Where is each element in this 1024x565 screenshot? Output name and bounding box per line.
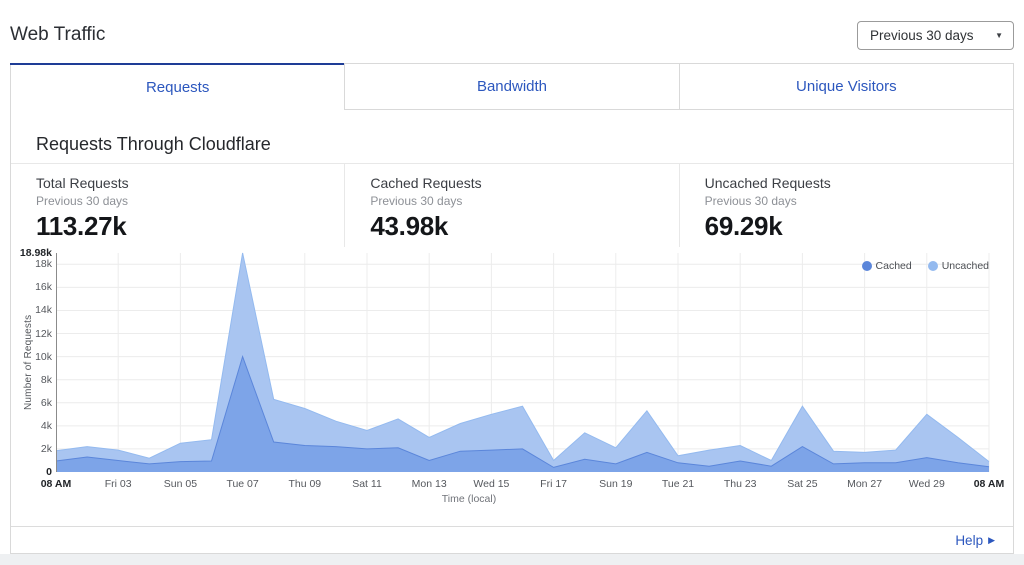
stat-label: Uncached Requests: [705, 175, 1013, 191]
x-axis-tick-label: Sat 25: [767, 478, 837, 490]
y-axis-title: Number of Requests: [23, 292, 34, 432]
tab-label: Bandwidth: [477, 78, 547, 95]
help-label: Help: [955, 533, 983, 548]
tab-label: Unique Visitors: [796, 78, 897, 95]
web-traffic-card: Requests Bandwidth Unique Visitors Reque…: [10, 63, 1014, 554]
chevron-down-icon: ▼: [995, 32, 1003, 40]
stat-total-requests: Total Requests Previous 30 days 113.27k: [11, 164, 344, 247]
tab-requests[interactable]: Requests: [11, 64, 344, 110]
caret-right-icon: ▶: [988, 536, 995, 545]
stat-value: 43.98k: [370, 211, 678, 242]
y-axis-tick-label: 4k: [11, 420, 52, 432]
x-axis-tick-label: Thu 09: [270, 478, 340, 490]
cached-area-series: [56, 357, 989, 472]
y-axis-tick-label: 10k: [11, 351, 52, 363]
stats-row: Total Requests Previous 30 days 113.27k …: [11, 164, 1013, 247]
x-axis-tick-label: Wed 29: [892, 478, 962, 490]
stat-value: 113.27k: [36, 211, 344, 242]
stat-cached-requests: Cached Requests Previous 30 days 43.98k: [344, 164, 678, 247]
tab-label: Requests: [146, 79, 209, 96]
page-background-strip: [0, 554, 1024, 565]
x-axis-tick-label: Thu 23: [705, 478, 775, 490]
chart-plot-area: [56, 253, 989, 472]
tab-unique-visitors[interactable]: Unique Visitors: [679, 64, 1013, 110]
help-link[interactable]: Help ▶: [955, 533, 995, 548]
x-axis-tick-label: Mon 27: [830, 478, 900, 490]
x-axis-tick-label: Sat 11: [332, 478, 402, 490]
y-axis-tick-label: 14k: [11, 304, 52, 316]
x-axis-tick-label: 08 AM: [21, 478, 91, 490]
y-axis-tick-label: 12k: [11, 328, 52, 340]
stat-period: Previous 30 days: [705, 194, 1013, 208]
y-axis-tick-label: 2k: [11, 443, 52, 455]
tab-bandwidth[interactable]: Bandwidth: [344, 64, 678, 110]
y-axis-tick-label: 6k: [11, 397, 52, 409]
x-axis-tick-label: 08 AM: [954, 478, 1024, 490]
stat-label: Total Requests: [36, 175, 344, 191]
x-axis-tick-label: Sun 05: [145, 478, 215, 490]
legend-label: Cached: [876, 260, 912, 272]
section-title: Requests Through Cloudflare: [11, 110, 1013, 164]
legend-item-cached[interactable]: Cached: [862, 260, 912, 272]
stat-label: Cached Requests: [370, 175, 678, 191]
y-axis-tick-label: 0: [11, 466, 52, 478]
x-axis-tick-label: Sun 19: [581, 478, 651, 490]
chart-legend: Cached Uncached: [862, 260, 989, 272]
y-axis-tick-label: 16k: [11, 281, 52, 293]
y-axis-tick-label: 18k: [11, 258, 52, 270]
stat-value: 69.29k: [705, 211, 1013, 242]
x-axis-tick-label: Fri 17: [519, 478, 589, 490]
x-axis-tick-label: Wed 15: [456, 478, 526, 490]
stat-period: Previous 30 days: [370, 194, 678, 208]
uncached-series-line: [56, 253, 989, 462]
y-axis-tick-label: 18.98k: [11, 247, 52, 259]
x-axis-title: Time (local): [399, 493, 539, 505]
card-footer: Help ▶: [11, 526, 1013, 553]
stat-uncached-requests: Uncached Requests Previous 30 days 69.29…: [679, 164, 1013, 247]
range-selector-value: Previous 30 days: [870, 28, 974, 43]
cached-series-line: [56, 357, 989, 468]
x-axis-tick-label: Tue 21: [643, 478, 713, 490]
stat-period: Previous 30 days: [36, 194, 344, 208]
y-axis-tick-label: 8k: [11, 374, 52, 386]
series-dot-icon: [928, 261, 938, 271]
range-selector[interactable]: Previous 30 days ▼: [857, 21, 1014, 50]
page-title: Web Traffic: [10, 24, 105, 46]
tab-bar: Requests Bandwidth Unique Visitors: [11, 64, 1013, 110]
x-axis-tick-label: Fri 03: [83, 478, 153, 490]
series-dot-icon: [862, 261, 872, 271]
x-axis-tick-label: Mon 13: [394, 478, 464, 490]
uncached-area-series: [56, 253, 989, 472]
legend-label: Uncached: [942, 260, 989, 272]
legend-item-uncached[interactable]: Uncached: [928, 260, 989, 272]
x-axis-tick-label: Tue 07: [208, 478, 278, 490]
